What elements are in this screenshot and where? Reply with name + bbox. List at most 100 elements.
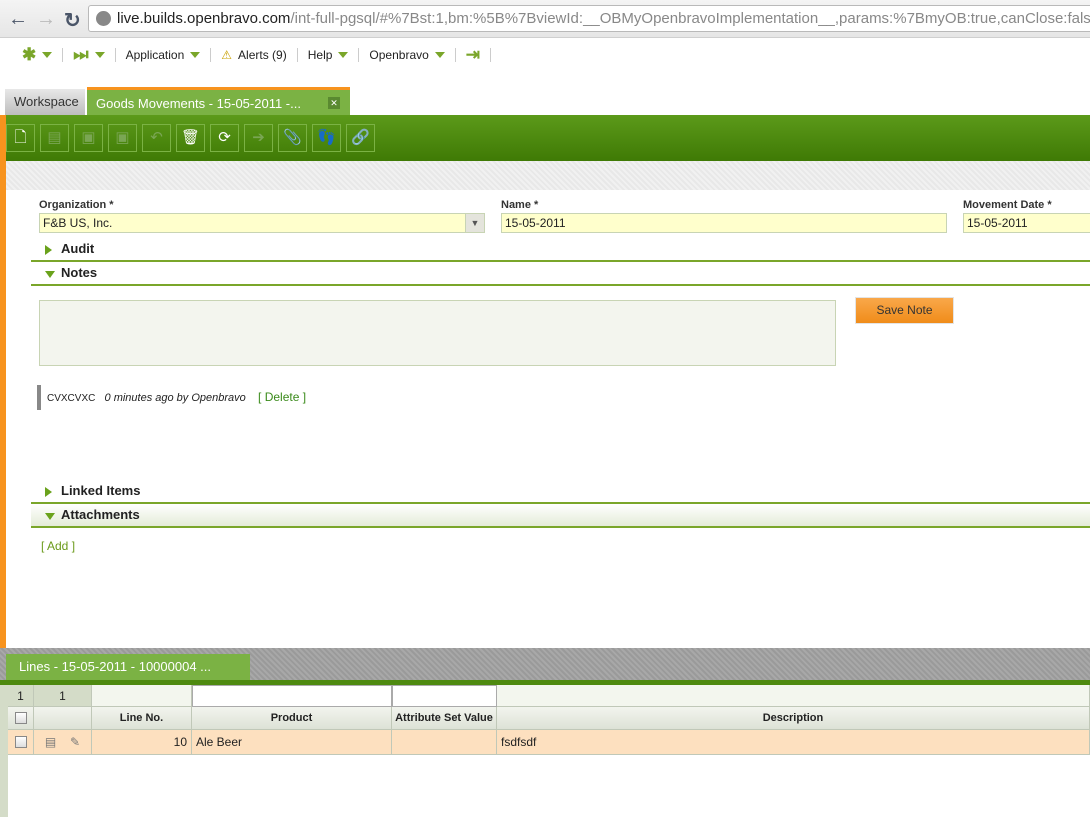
audit-trail-button[interactable]: 👣 (312, 124, 341, 152)
export-button[interactable]: ➔ (244, 124, 273, 152)
chevron-down-icon (94, 52, 105, 58)
grid-filter-row: 1 1 (8, 685, 1090, 707)
new-button[interactable]: 🗋 (6, 124, 35, 152)
collapse-icon (45, 513, 55, 520)
browser-bar: ← → ↻ live.builds.openbravo.com/int-full… (0, 0, 1090, 38)
section-label: Audit (61, 241, 95, 256)
section-audit[interactable]: Audit (31, 238, 1090, 262)
actions-header (34, 707, 92, 730)
help-menu[interactable]: Help (298, 48, 360, 62)
application-menu[interactable]: Application (116, 48, 212, 62)
chevron-down-icon[interactable]: ▼ (465, 214, 484, 232)
user-menu[interactable]: Openbravo (359, 48, 456, 62)
header-description[interactable]: Description (497, 707, 1090, 730)
warning-icon: ⚠ (221, 48, 233, 62)
section-attachments[interactable]: Attachments (31, 504, 1090, 528)
url-bar[interactable]: live.builds.openbravo.com/int-full-pgsql… (88, 5, 1090, 32)
forward-icon[interactable]: → (36, 8, 56, 31)
note-text: cvxcvxc (47, 393, 96, 404)
cell-description: fsdfsdf (497, 730, 1090, 755)
link-button[interactable]: 🔗 (346, 124, 375, 152)
globe-icon (96, 11, 111, 26)
table-row[interactable]: ▤ ✎ 10 Ale Beer fsdfsdf (8, 730, 1090, 755)
url-host: live.builds.openbravo.com (117, 10, 291, 27)
save-note-button[interactable]: Save Note (855, 297, 954, 324)
fast-forward-icon: ⏭ (73, 45, 89, 64)
checkbox[interactable] (14, 712, 27, 724)
url-path: /int-full-pgsql/#%7Bst:1,bm:%5B%7BviewId… (290, 10, 1090, 27)
active-view-indicator (0, 115, 6, 648)
note-item: cvxcvxc 0 minutes ago by Openbravo [ Del… (37, 385, 306, 410)
save-close-button[interactable]: ▣ (108, 124, 137, 152)
quick-launch-menu[interactable]: ✱ (12, 45, 64, 64)
main-tabs: Workspace Goods Movements - 15-05-2011 -… (0, 85, 1090, 115)
note-textarea[interactable] (39, 300, 836, 366)
movement-date-label: Movement Date * (963, 199, 1052, 211)
collapse-icon (45, 271, 55, 278)
cell-attribute (392, 730, 497, 755)
expand-icon (45, 245, 52, 255)
expand-icon (45, 487, 52, 497)
checkbox[interactable] (14, 736, 27, 748)
tab-workspace[interactable]: Workspace (5, 89, 85, 115)
asterisk-icon: ✱ (22, 45, 37, 64)
grid-left-edge (0, 685, 8, 817)
add-attachment-link[interactable]: [ Add ] (41, 539, 75, 553)
summary-count: 1 (8, 685, 34, 707)
tab-lines[interactable]: Lines - 15-05-2011 - 10000004 ... (6, 654, 250, 682)
top-menu: ✱ ⏭ Application ⚠ Alerts (9) Help Openbra… (0, 38, 1090, 72)
organization-label: Organization * (39, 199, 114, 211)
header-product[interactable]: Product (192, 707, 392, 730)
note-meta: 0 minutes ago by Openbravo (104, 392, 246, 404)
logout-button[interactable]: ⇥ (456, 45, 492, 64)
section-linked-items[interactable]: Linked Items (31, 480, 1090, 504)
alerts-label: Alerts (9) (238, 48, 287, 62)
application-label: Application (125, 48, 185, 62)
form-view-icon[interactable]: ▤ (45, 735, 56, 749)
chevron-down-icon (338, 52, 349, 58)
organization-value: F&B US, Inc. (43, 216, 113, 230)
chevron-down-icon (434, 52, 445, 58)
back-icon[interactable]: ← (8, 8, 28, 31)
attachment-button[interactable]: 📎 (278, 124, 307, 152)
cell-product: Ale Beer (192, 730, 392, 755)
message-bar (6, 161, 1090, 190)
help-label: Help (307, 48, 333, 62)
movement-date-input[interactable]: 15-05-2011 (963, 213, 1090, 233)
name-label: Name * (501, 199, 539, 211)
summary-count: 1 (34, 685, 92, 707)
new-row-button[interactable]: ▤ (40, 124, 69, 152)
tab-label: Goods Movements - 15-05-2011 -... (96, 96, 301, 111)
organization-select[interactable]: F&B US, Inc. ▼ (39, 213, 485, 233)
chevron-down-icon (190, 52, 201, 58)
name-input[interactable]: 15-05-2011 (501, 213, 947, 233)
section-label: Attachments (61, 507, 140, 522)
delete-note-link[interactable]: [ Delete ] (258, 390, 306, 404)
user-label: Openbravo (369, 48, 429, 62)
chevron-down-icon (42, 52, 53, 58)
grid-header: Line No. Product Attribute Set Value Des… (8, 707, 1090, 730)
section-label: Linked Items (61, 483, 141, 498)
select-all-checkbox[interactable] (8, 707, 34, 730)
filter-description[interactable] (497, 685, 1090, 707)
filter-product[interactable] (192, 685, 392, 707)
section-notes[interactable]: Notes (31, 262, 1090, 286)
save-button[interactable]: ▣ (74, 124, 103, 152)
refresh-button[interactable]: ⟳ (210, 124, 239, 152)
header-attribute-set-value[interactable]: Attribute Set Value (392, 707, 497, 730)
undo-button[interactable]: ↶ (142, 124, 171, 152)
delete-button[interactable]: 🗑 (176, 124, 205, 152)
filter-attribute[interactable] (392, 685, 497, 707)
header-line-no[interactable]: Line No. (92, 707, 192, 730)
toolbar: 🗋 ▤ ▣ ▣ ↶ 🗑 ⟳ ➔ 📎 👣 🔗 (0, 115, 1090, 161)
tab-goods-movements[interactable]: Goods Movements - 15-05-2011 -... ✕ (87, 87, 350, 115)
close-icon[interactable]: ✕ (328, 97, 340, 109)
logout-icon: ⇥ (465, 45, 481, 64)
row-checkbox[interactable] (8, 730, 34, 755)
edit-pencil-icon[interactable]: ✎ (70, 735, 80, 749)
recent-menu[interactable]: ⏭ (63, 45, 116, 64)
reload-icon[interactable]: ↻ (64, 8, 81, 33)
filter-line-no[interactable] (92, 685, 192, 707)
row-actions: ▤ ✎ (34, 730, 92, 755)
alerts-menu[interactable]: ⚠ Alerts (9) (211, 48, 298, 62)
